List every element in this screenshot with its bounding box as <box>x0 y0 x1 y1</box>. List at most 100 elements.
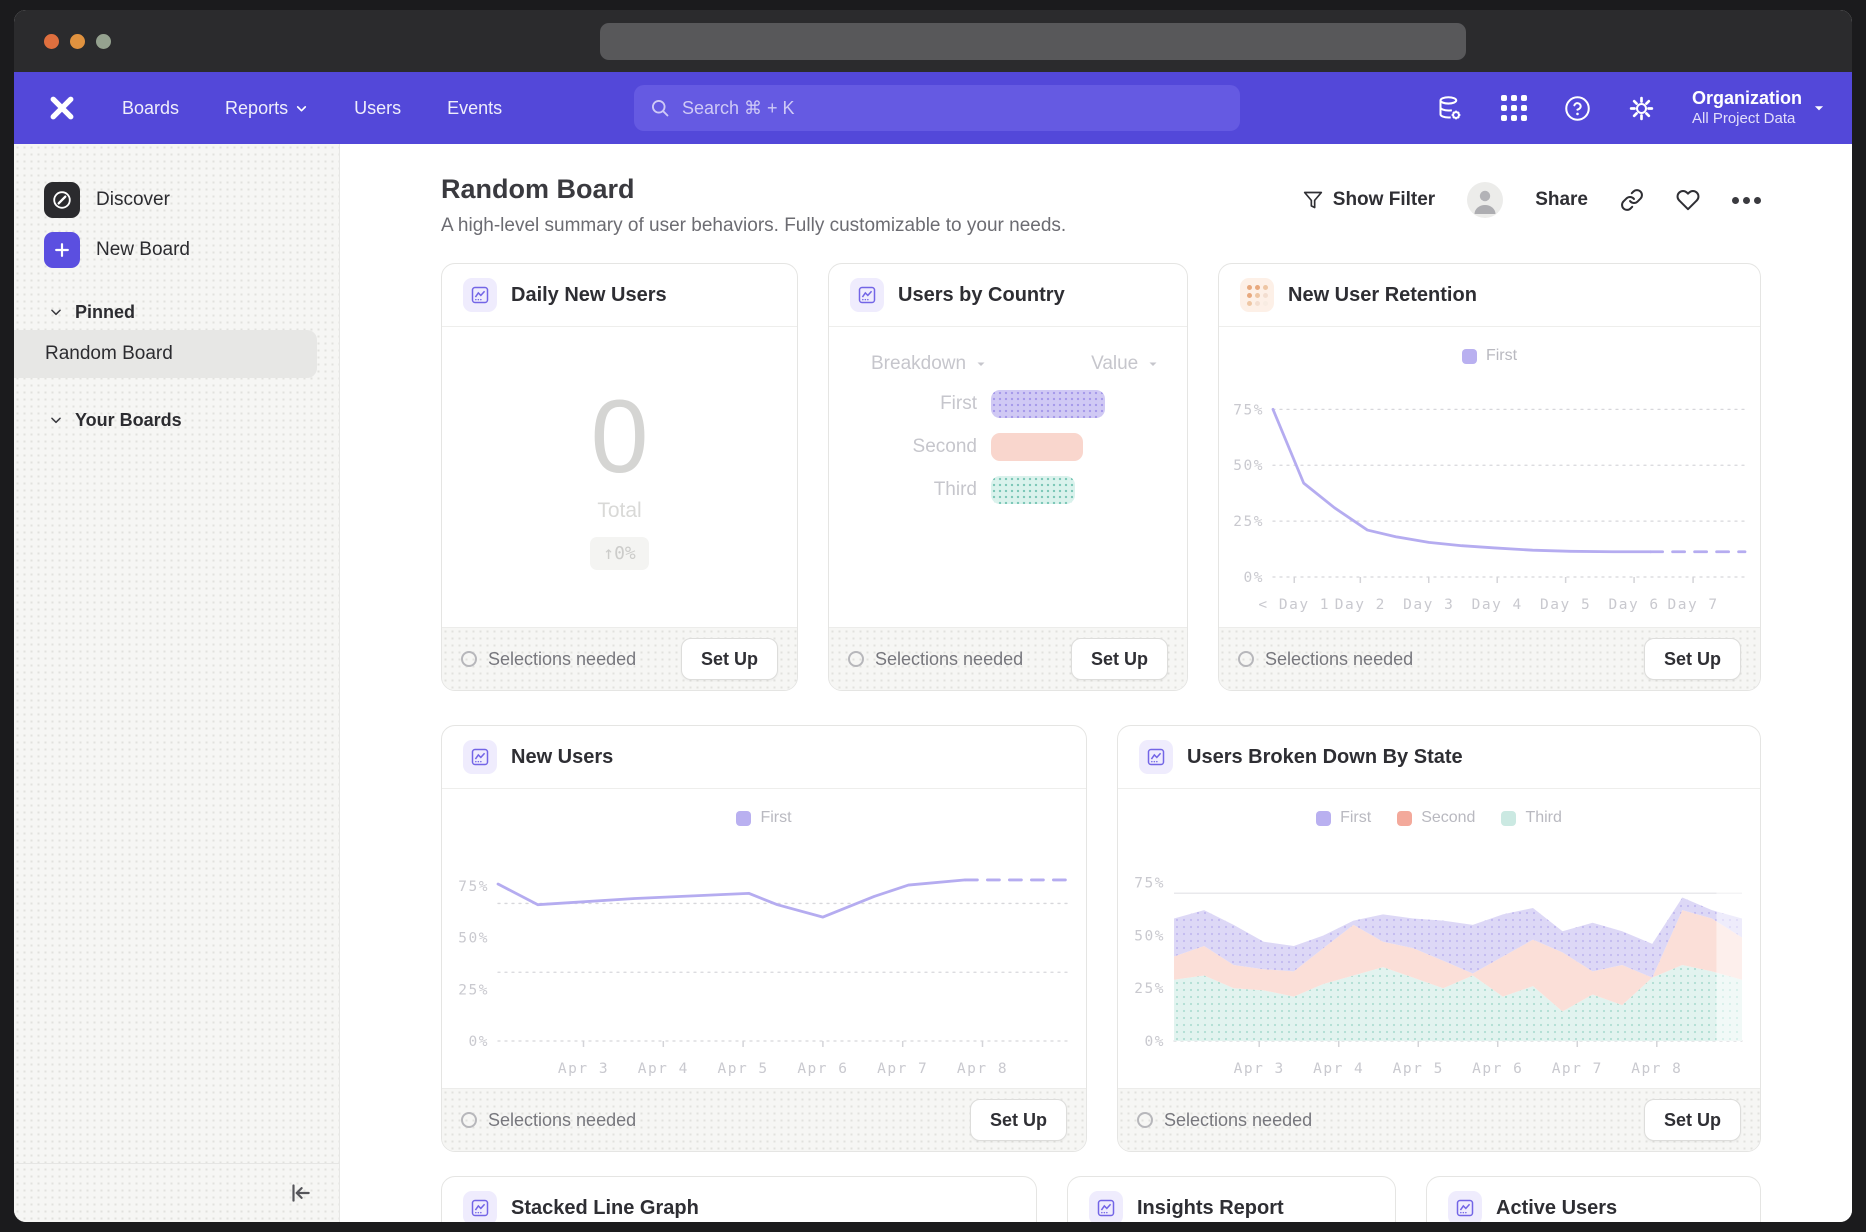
svg-text:< Day 1: < Day 1 <box>1258 597 1330 613</box>
line-chart-icon <box>463 740 497 774</box>
main-content: Random Board A high-level summary of use… <box>340 144 1852 1222</box>
search-icon <box>650 98 670 118</box>
apps-grid-icon[interactable] <box>1500 94 1528 122</box>
desktop-background: { "nav": { "items": [ {"label": "Boards"… <box>0 0 1866 1232</box>
legend-label: Third <box>1525 809 1561 827</box>
filter-funnel-icon <box>1303 190 1323 210</box>
primary-nav: Boards Reports Users Events <box>122 98 502 119</box>
search-input[interactable]: Search ⌘ + K <box>634 85 1240 131</box>
state-chart-body: FirstSecondThird 75%50%25%0%Apr 3Apr 4Ap… <box>1118 789 1760 1088</box>
bar-label: First <box>829 393 977 415</box>
card-title: Users by Country <box>898 284 1065 307</box>
window-titlebar <box>14 10 1852 72</box>
card-daily-new-users: Daily New Users 0 Total ↑0% Selections n… <box>441 263 798 691</box>
data-management-icon[interactable] <box>1436 94 1464 122</box>
svg-text:Apr 6: Apr 6 <box>797 1061 848 1077</box>
discover-compass-icon <box>44 182 80 218</box>
metric-value: 0 <box>591 385 649 489</box>
favorite-button[interactable] <box>1676 188 1700 212</box>
show-filter-label: Show Filter <box>1333 189 1435 211</box>
chevron-down-icon <box>1812 101 1826 115</box>
status-circle-icon <box>461 651 477 667</box>
org-project: All Project Data <box>1692 110 1795 129</box>
svg-text:75%: 75% <box>1134 876 1165 892</box>
stacked-area-chart: 75%50%25%0%Apr 3Apr 4Apr 5Apr 6Apr 7Apr … <box>1126 841 1750 1093</box>
svg-text:Apr 8: Apr 8 <box>1631 1061 1682 1077</box>
new-users-chart-body: First 75%50%25%0%Apr 3Apr 4Apr 5Apr 6Apr… <box>442 789 1086 1088</box>
legend-item[interactable]: First <box>736 809 791 827</box>
bar-label: Third <box>829 479 977 501</box>
sidebar-section-label: Pinned <box>75 302 135 323</box>
svg-text:50%: 50% <box>1134 928 1165 944</box>
chevron-down-icon <box>1147 358 1159 370</box>
browser-url-bar[interactable] <box>600 23 1466 60</box>
nav-item-reports[interactable]: Reports <box>225 98 308 119</box>
status-circle-icon <box>848 651 864 667</box>
legend-item[interactable]: First <box>1316 809 1371 827</box>
setup-button[interactable]: Set Up <box>1644 638 1741 680</box>
legend-swatch <box>1316 811 1331 826</box>
help-icon[interactable] <box>1564 94 1592 122</box>
search-placeholder: Search ⌘ + K <box>682 98 795 119</box>
app-navbar: Boards Reports Users Events Search ⌘ + K <box>14 72 1852 144</box>
sidebar-item-discover[interactable]: Discover <box>14 178 339 222</box>
share-button[interactable]: Share <box>1535 189 1588 211</box>
org-name: Organization <box>1692 87 1802 110</box>
setup-button[interactable]: Set Up <box>681 638 778 680</box>
svg-text:Apr 8: Apr 8 <box>957 1061 1008 1077</box>
more-options-button[interactable] <box>1732 197 1761 204</box>
heart-icon <box>1676 188 1700 212</box>
setup-button[interactable]: Set Up <box>970 1099 1067 1141</box>
line-chart-icon <box>1089 1191 1123 1222</box>
copy-link-button[interactable] <box>1620 188 1644 212</box>
legend-item[interactable]: First <box>1462 347 1517 365</box>
org-switcher[interactable]: Organization All Project Data <box>1692 87 1826 128</box>
sidebar-section-your-boards[interactable]: Your Boards <box>14 402 339 438</box>
window-minimize-button[interactable] <box>70 34 85 49</box>
nav-item-events[interactable]: Events <box>447 98 502 119</box>
card-title: New Users <box>511 746 613 769</box>
status-label: Selections needed <box>488 649 636 670</box>
setup-button[interactable]: Set Up <box>1644 1099 1741 1141</box>
chevron-down-icon <box>295 102 308 115</box>
svg-text:75%: 75% <box>458 879 489 895</box>
line-chart-icon <box>850 278 884 312</box>
window-close-button[interactable] <box>44 34 59 49</box>
sidebar-item-label: Discover <box>96 189 170 211</box>
nav-item-users[interactable]: Users <box>354 98 401 119</box>
setup-button[interactable]: Set Up <box>1071 638 1168 680</box>
card-new-user-retention: New User Retention First 75%50%25%0%< Da… <box>1218 263 1761 691</box>
legend-item[interactable]: Second <box>1397 809 1475 827</box>
legend-item[interactable]: Third <box>1501 809 1561 827</box>
line-chart-icon <box>463 1191 497 1222</box>
sidebar-item-new-board[interactable]: New Board <box>14 228 339 272</box>
line-chart-icon <box>463 278 497 312</box>
svg-text:50%: 50% <box>458 931 489 947</box>
bar-row: First <box>829 390 1187 418</box>
sidebar-section-pinned[interactable]: Pinned <box>14 294 339 330</box>
show-filter-button[interactable]: Show Filter <box>1303 189 1435 211</box>
status-selections-needed: Selections needed <box>1137 1110 1312 1131</box>
bar-label: Second <box>829 436 977 458</box>
svg-text:Day 2: Day 2 <box>1335 597 1386 613</box>
line-chart-icon <box>1448 1191 1482 1222</box>
svg-text:0%: 0% <box>1244 570 1264 586</box>
svg-text:Apr 3: Apr 3 <box>558 1061 609 1077</box>
page-title: Random Board <box>441 174 1066 205</box>
value-dropdown[interactable]: Value <box>1091 353 1159 375</box>
nav-item-label: Users <box>354 98 401 119</box>
legend-swatch <box>736 811 751 826</box>
card-new-users: New Users First 75%50%25%0%Apr 3Apr 4Apr… <box>441 725 1087 1152</box>
svg-text:Day 7: Day 7 <box>1668 597 1719 613</box>
sidebar-collapse-button[interactable] <box>285 1178 315 1208</box>
new-users-line-chart: 75%50%25%0%Apr 3Apr 4Apr 5Apr 6Apr 7Apr … <box>450 841 1076 1093</box>
breakdown-dropdown[interactable]: Breakdown <box>871 353 987 375</box>
nav-item-boards[interactable]: Boards <box>122 98 179 119</box>
window-zoom-button[interactable] <box>96 34 111 49</box>
avatar[interactable] <box>1467 182 1503 218</box>
retention-line-chart: 75%50%25%0%< Day 1Day 2Day 3Day 4Day 5Da… <box>1227 379 1751 631</box>
sidebar-item-random-board[interactable]: Random Board <box>14 330 317 378</box>
legend-label: First <box>760 809 791 827</box>
mixpanel-logo-icon[interactable] <box>46 92 78 124</box>
settings-gear-icon[interactable] <box>1628 94 1656 122</box>
